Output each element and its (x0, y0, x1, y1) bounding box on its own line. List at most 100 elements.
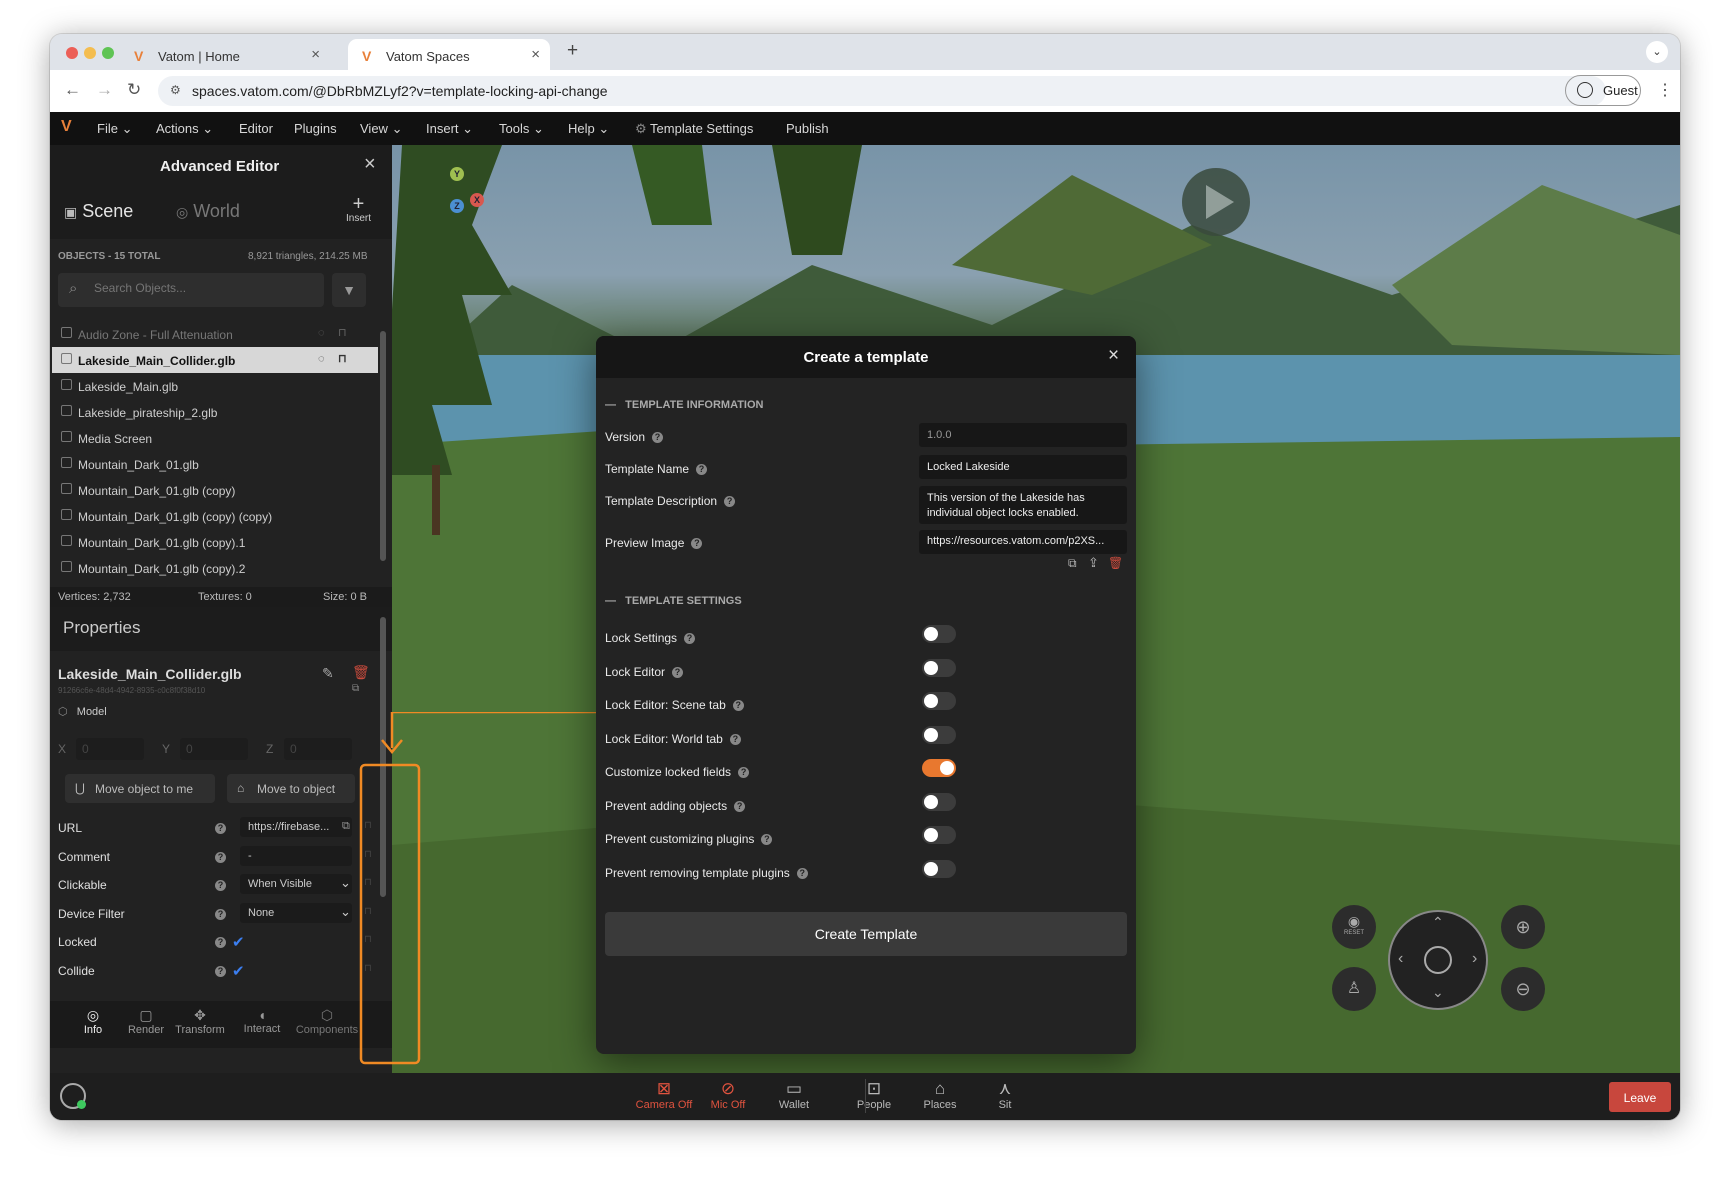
bottom-item-mic-off[interactable]: ⊘ Mic Off (698, 1079, 758, 1111)
filter-icon[interactable]: ▼ (332, 273, 366, 307)
setting-toggle[interactable] (922, 859, 956, 878)
chevron-down-icon[interactable]: ⌄ (340, 875, 351, 891)
object-list-item[interactable]: Media Screen (52, 425, 378, 451)
create-template-button[interactable]: Create Template (605, 912, 1127, 956)
setting-toggle[interactable] (922, 625, 956, 643)
bottom-item-sit[interactable]: ⋏ Sit (975, 1079, 1035, 1111)
template-description-field[interactable]: This version of the Lakeside has individ… (919, 486, 1127, 524)
menu-template-settings[interactable]: ⚙ Template Settings (635, 121, 753, 137)
reload-icon[interactable]: ↻ (127, 80, 141, 100)
field-lock-icon[interactable]: ⊓ (364, 906, 372, 917)
bottom-item-places[interactable]: ⌂ Places (910, 1079, 970, 1111)
tab-scene[interactable]: ▣ Scene (64, 201, 133, 222)
close-window-button[interactable] (66, 47, 78, 59)
z-input[interactable]: 0 (284, 738, 352, 760)
profile-button[interactable]: Guest (1565, 75, 1641, 106)
section-template-information[interactable]: — TEMPLATE INFORMATION (605, 399, 763, 411)
help-icon[interactable]: ? (215, 851, 226, 863)
lock-icon[interactable]: ⊓ (338, 352, 347, 365)
field-lock-icon[interactable]: ⊓ (364, 820, 372, 831)
hide-icon[interactable]: ◌ (318, 327, 325, 339)
hide-icon[interactable]: ◌ (318, 353, 325, 365)
tab-transform[interactable]: ✥ Transform (170, 1007, 230, 1036)
object-list-item[interactable]: Lakeside_Main.glb (52, 373, 378, 399)
help-icon[interactable]: ? (215, 965, 226, 977)
upload-icon[interactable]: ⇪ (1088, 555, 1099, 571)
menu-tools[interactable]: Tools ⌄ (499, 121, 544, 137)
tab-world[interactable]: ◎ World (176, 201, 240, 222)
move-object-to-me-button[interactable]: ⋃ Move object to me (65, 774, 215, 803)
setting-toggle[interactable] (922, 759, 956, 777)
tab-interact[interactable]: ◖ Interact (236, 1007, 288, 1035)
section-template-settings[interactable]: — TEMPLATE SETTINGS (605, 595, 742, 607)
copy-id-icon[interactable]: ⧉ (352, 683, 359, 694)
minimize-window-button[interactable] (84, 47, 96, 59)
maximize-window-button[interactable] (102, 47, 114, 59)
menu-publish[interactable]: Publish (786, 121, 829, 136)
zoom-out-icon[interactable]: ⊖ (1501, 967, 1545, 1011)
menu-plugins[interactable]: Plugins (294, 121, 337, 136)
trash-icon[interactable]: 🗑 (352, 664, 370, 681)
help-icon[interactable]: ? (215, 880, 226, 891)
object-list-item[interactable]: Mountain_Dark_01.glb (52, 451, 378, 477)
lock-icon[interactable]: ⊓ (338, 326, 347, 339)
tab-info[interactable]: ◎ Info (70, 1007, 116, 1036)
objects-scrollbar[interactable] (380, 331, 386, 561)
close-dialog-icon[interactable]: × (1108, 345, 1119, 367)
help-icon[interactable]: ? (215, 823, 226, 834)
menu-insert[interactable]: Insert ⌄ (426, 121, 473, 137)
new-tab-button[interactable]: + (567, 40, 578, 62)
address-bar[interactable]: ⚙ spaces.vatom.com/@DbRbMZLyf2?v=templat… (158, 76, 1606, 106)
delete-image-icon[interactable]: 🗑 (1108, 556, 1123, 570)
menu-actions[interactable]: Actions ⌄ (156, 121, 213, 137)
reset-view-button[interactable]: ◉ RESET (1332, 905, 1376, 949)
forward-icon[interactable]: → (96, 80, 113, 100)
setting-toggle[interactable] (922, 692, 956, 710)
browser-tab-home[interactable]: V Vatom | Home × (120, 39, 330, 70)
property-value[interactable]: When Visible (240, 874, 352, 894)
setting-toggle[interactable] (922, 826, 956, 844)
x-input[interactable]: 0 (76, 738, 144, 760)
menu-file[interactable]: File ⌄ (97, 121, 132, 137)
setting-toggle[interactable] (922, 792, 956, 811)
checkbox[interactable]: ✔ (232, 933, 245, 951)
tab-render[interactable]: ▢ Render (120, 1007, 172, 1036)
close-editor-icon[interactable]: × (364, 153, 376, 176)
object-list-item[interactable]: Mountain_Dark_01.glb (copy).2 (52, 555, 378, 581)
move-to-object-button[interactable]: ⌂ Move to object (227, 774, 355, 803)
field-lock-icon[interactable]: ⊓ (364, 877, 372, 888)
chevron-down-icon[interactable]: ⌄ (340, 904, 351, 920)
user-avatar-button[interactable] (60, 1083, 86, 1109)
template-name-field[interactable]: Locked Lakeside (919, 455, 1127, 479)
copy-icon[interactable]: ⧉ (1068, 556, 1077, 571)
tab-components[interactable]: ⬡ Components (290, 1007, 364, 1036)
object-list-item[interactable]: Mountain_Dark_01.glb (copy) (copy) (52, 503, 378, 529)
object-list-item[interactable]: Lakeside_pirateship_2.glb (52, 399, 378, 425)
checkbox[interactable]: ✔ (232, 962, 245, 980)
object-list-item[interactable]: Mountain_Dark_01.glb (copy) (52, 477, 378, 503)
close-tab-icon[interactable]: × (531, 46, 540, 63)
avatar-view-button[interactable]: ♙ (1332, 967, 1376, 1011)
menu-view[interactable]: View ⌄ (360, 121, 402, 137)
vatom-logo-icon[interactable]: V (61, 118, 72, 136)
property-value[interactable]: - (240, 845, 352, 866)
bottom-item-camera-off[interactable]: ⊠ Camera Off (634, 1079, 694, 1111)
field-lock-icon[interactable]: ⊓ (364, 849, 372, 860)
leave-button[interactable]: Leave (1609, 1082, 1671, 1112)
y-input[interactable]: 0 (180, 738, 248, 760)
zoom-in-icon[interactable]: ⊕ (1501, 905, 1545, 949)
insert-button[interactable]: + Insert (346, 194, 371, 224)
preview-image-field[interactable]: https://resources.vatom.com/p2XS... (919, 530, 1127, 554)
setting-toggle[interactable] (922, 725, 956, 744)
bottom-item-people[interactable]: ⊡ People (844, 1079, 904, 1111)
tab-search-icon[interactable]: ⌄ (1646, 41, 1668, 63)
copy-icon[interactable]: ⧉ (342, 820, 350, 833)
field-lock-icon[interactable]: ⊓ (364, 963, 372, 974)
version-field[interactable]: 1.0.0 (919, 423, 1127, 447)
menu-editor[interactable]: Editor (239, 121, 273, 136)
search-objects-field[interactable]: ⌕ (58, 273, 324, 307)
search-input[interactable] (94, 281, 304, 295)
setting-toggle[interactable] (922, 658, 956, 677)
property-value[interactable]: https://firebase... (240, 817, 352, 837)
site-settings-icon[interactable]: ⚙ (170, 83, 181, 97)
